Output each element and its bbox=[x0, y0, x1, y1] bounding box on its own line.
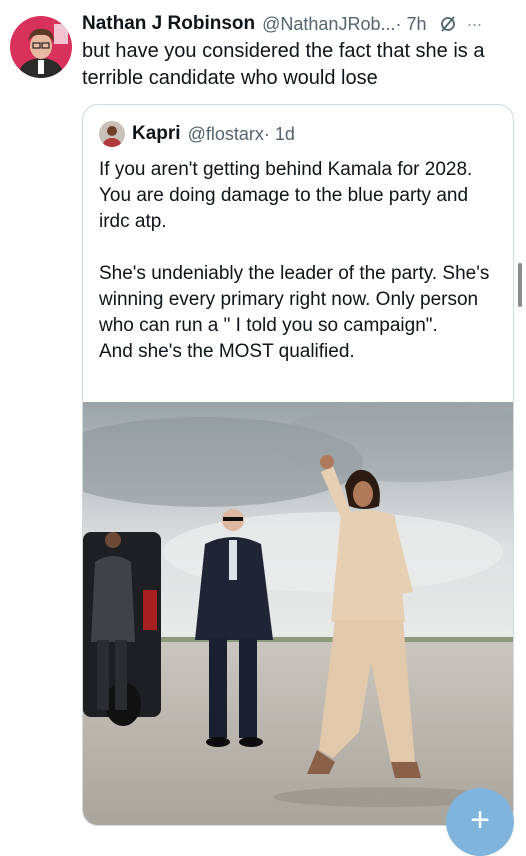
quote-header: Kapri @flostarx· 1d bbox=[99, 121, 295, 147]
compose-plus-icon[interactable]: + bbox=[446, 788, 514, 856]
author-name[interactable]: Nathan J Robinson bbox=[82, 13, 255, 35]
quote-author-handle[interactable]: @flostarx· 1d bbox=[188, 124, 295, 145]
author-handle-text[interactable]: @NathanJRob... bbox=[262, 14, 395, 34]
tweet-header: Nathan J Robinson @NathanJRob...· 7h ··· bbox=[82, 10, 518, 38]
author-avatar[interactable] bbox=[10, 16, 72, 78]
author-handle[interactable]: @NathanJRob...· 7h bbox=[262, 14, 426, 35]
quote-photo[interactable] bbox=[83, 402, 513, 825]
quote-author-handle-text[interactable]: @flostarx bbox=[188, 124, 264, 144]
tweet-time[interactable]: · 7h bbox=[395, 14, 426, 34]
tweet-text: but have you considered the fact that sh… bbox=[82, 40, 485, 89]
more-icon[interactable]: ··· bbox=[467, 14, 483, 35]
quote-avatar[interactable] bbox=[99, 121, 125, 147]
quoted-tweet[interactable]: Kapri @flostarx· 1d If you aren't gettin… bbox=[82, 104, 514, 826]
quote-author-name[interactable]: Kapri bbox=[132, 123, 181, 145]
scrollbar[interactable] bbox=[518, 263, 522, 307]
grok-slash-icon[interactable] bbox=[439, 15, 457, 33]
quote-time[interactable]: · 1d bbox=[264, 124, 295, 144]
quote-text: If you aren't getting behind Kamala for … bbox=[99, 159, 490, 362]
